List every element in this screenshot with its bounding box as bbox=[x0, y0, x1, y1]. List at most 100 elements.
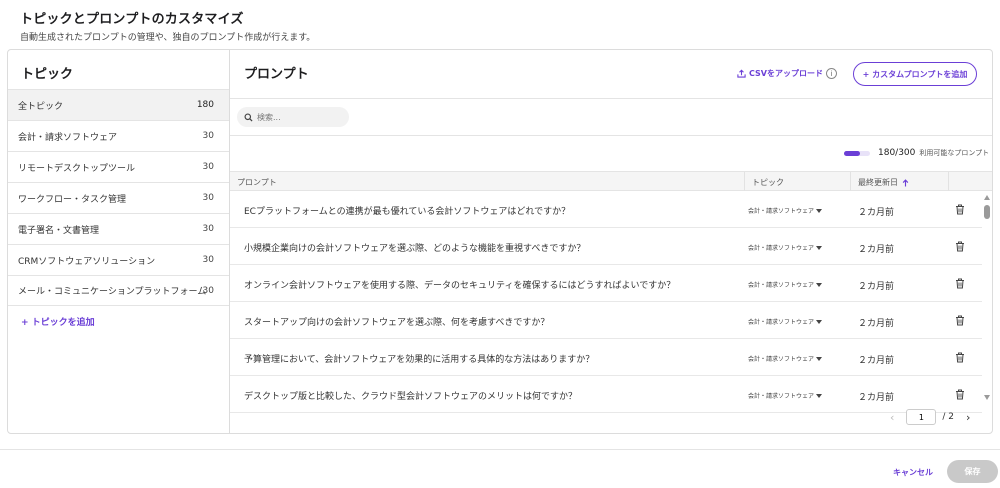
search-input[interactable] bbox=[257, 112, 345, 122]
topic-label: 電子署名・文書管理 bbox=[18, 225, 100, 236]
trash-icon[interactable] bbox=[955, 352, 965, 363]
table-row[interactable]: 小規模企業向けの会計ソフトウェアを選ぶ際、どのような機能を重視すべきですか？ 会計… bbox=[230, 228, 982, 265]
scroll-down-arrow-icon[interactable] bbox=[984, 395, 990, 400]
topic-dropdown-label: 会計・請求ソフトウェア bbox=[748, 393, 815, 400]
column-divider bbox=[744, 172, 745, 191]
pagination: ‹ / 2 › bbox=[890, 409, 970, 425]
trash-icon[interactable] bbox=[955, 204, 965, 215]
column-divider bbox=[948, 172, 949, 191]
prompt-text[interactable]: 予算管理において、会計ソフトウェアを効果的に活用する具体的な方法はありますか？ bbox=[244, 352, 594, 365]
topic-dropdown[interactable]: 会計・請求ソフトウェア bbox=[748, 354, 823, 363]
page-header: トピックとプロンプトのカスタマイズ 自動生成されたプロンプトの管理や、独自のプロ… bbox=[20, 8, 315, 43]
column-header-prompt[interactable]: プロンプト bbox=[237, 177, 277, 188]
caret-down-icon bbox=[816, 356, 823, 361]
usage-progress-bar bbox=[844, 150, 870, 156]
prompt-text[interactable]: スタートアップ向けの会計ソフトウェアを選ぶ際、何を考慮すべきですか？ bbox=[244, 315, 549, 328]
topic-dropdown-label: 会計・請求ソフトウェア bbox=[748, 245, 815, 252]
column-header-updated[interactable]: 最終更新日 bbox=[858, 177, 909, 188]
topic-dropdown[interactable]: 会計・請求ソフトウェア bbox=[748, 391, 823, 400]
sidebar-item-topic[interactable]: ワークフロー・タスク管理 30 bbox=[8, 182, 229, 213]
last-updated: ２カ月前 bbox=[858, 319, 895, 329]
topics-panel: トピック 全トピック 180 会計・請求ソフトウェア 30 リモートデスクトップツール 3… bbox=[8, 50, 230, 433]
caret-down-icon bbox=[816, 208, 823, 213]
last-updated: ２カ月前 bbox=[858, 393, 895, 403]
topic-count: 30 bbox=[202, 193, 214, 203]
trash-icon[interactable] bbox=[955, 315, 965, 326]
search-box bbox=[237, 107, 349, 127]
prompt-text[interactable]: 小規模企業向けの会計ソフトウェアを選ぶ際、どのような機能を重視すべきですか？ bbox=[244, 241, 585, 254]
topic-dropdown[interactable]: 会計・請求ソフトウェア bbox=[748, 280, 823, 289]
page-total: / 2 bbox=[942, 412, 955, 422]
scrollbar[interactable] bbox=[982, 191, 992, 406]
last-updated: ２カ月前 bbox=[858, 282, 895, 292]
customization-card: トピック 全トピック 180 会計・請求ソフトウェア 30 リモートデスクトップツール 3… bbox=[7, 49, 993, 434]
topic-dropdown[interactable]: 会計・請求ソフトウェア bbox=[748, 317, 823, 326]
topic-dropdown-label: 会計・請求ソフトウェア bbox=[748, 282, 815, 289]
prompt-text[interactable]: デスクトップ版と比較した、クラウド型会計ソフトウェアのメリットは何ですか？ bbox=[244, 389, 577, 402]
topics-title: トピック bbox=[21, 67, 74, 82]
prompt-rows: ECプラットフォームとの連携が最も優れている会計ソフトウェアはどれですか？ 会計・… bbox=[230, 191, 982, 413]
table-row[interactable]: 予算管理において、会計ソフトウェアを効果的に活用する具体的な方法はありますか？ 会… bbox=[230, 339, 982, 376]
chevron-left-icon[interactable]: ‹ bbox=[890, 411, 894, 424]
csv-upload-button[interactable]: CSVをアップロード i bbox=[737, 68, 837, 79]
column-header-updated-label: 最終更新日 bbox=[858, 178, 898, 187]
topic-dropdown[interactable]: 会計・請求ソフトウェア bbox=[748, 206, 823, 215]
page-number-input[interactable] bbox=[906, 409, 937, 425]
table-row[interactable]: ECプラットフォームとの連携が最も優れている会計ソフトウェアはどれですか？ 会計・… bbox=[230, 191, 982, 228]
info-icon[interactable]: i bbox=[825, 68, 837, 79]
scroll-thumb[interactable] bbox=[984, 205, 990, 219]
trash-icon[interactable] bbox=[955, 278, 965, 289]
caret-down-icon bbox=[816, 245, 823, 250]
search-icon bbox=[244, 112, 253, 122]
prompt-text[interactable]: オンライン会計ソフトウェアを使用する際、データのセキュリティを確保するにはどうす… bbox=[244, 278, 675, 291]
topic-label: リモートデスクトップツール bbox=[18, 163, 136, 174]
topic-dropdown-label: 会計・請求ソフトウェア bbox=[748, 319, 815, 326]
last-updated: ２カ月前 bbox=[858, 208, 895, 218]
prompts-title: プロンプト bbox=[244, 67, 309, 82]
topic-label: メール・コミュニケーションプラットフォーム bbox=[18, 287, 207, 297]
sidebar-item-topic[interactable]: メール・コミュニケーションプラットフォーム 30 bbox=[8, 275, 229, 306]
cancel-button[interactable]: キャンセル bbox=[893, 467, 933, 478]
last-updated: ２カ月前 bbox=[858, 356, 895, 366]
page-subtitle: 自動生成されたプロンプトの管理や、独自のプロンプト作成が行えます。 bbox=[20, 33, 316, 43]
topic-dropdown-label: 会計・請求ソフトウェア bbox=[748, 208, 815, 215]
table-row[interactable]: スタートアップ向けの会計ソフトウェアを選ぶ際、何を考慮すべきですか？ 会計・請求ソ… bbox=[230, 302, 982, 339]
upload-icon bbox=[737, 69, 746, 78]
sidebar-item-topic[interactable]: CRMソフトウェアソリューション 30 bbox=[8, 244, 229, 275]
topic-count: 180 bbox=[196, 100, 214, 110]
csv-upload-label: CSVをアップロード bbox=[749, 69, 823, 78]
prompt-text[interactable]: ECプラットフォームとの連携が最も優れている会計ソフトウェアはどれですか？ bbox=[244, 204, 570, 217]
topic-count: 30 bbox=[202, 286, 214, 296]
last-updated: ２カ月前 bbox=[858, 245, 895, 255]
trash-icon[interactable] bbox=[955, 389, 965, 400]
topic-count: 30 bbox=[202, 224, 214, 234]
column-divider bbox=[850, 172, 851, 191]
table-row[interactable]: オンライン会計ソフトウェアを使用する際、データのセキュリティを確保するにはどうす… bbox=[230, 265, 982, 302]
sidebar-item-topic[interactable]: 会計・請求ソフトウェア 30 bbox=[8, 120, 229, 151]
topic-label: CRMソフトウェアソリューション bbox=[18, 256, 156, 267]
prompt-usage: 180/300 利用可能なプロンプト bbox=[844, 148, 989, 158]
trash-icon[interactable] bbox=[955, 241, 965, 252]
topic-label: ワークフロー・タスク管理 bbox=[18, 194, 127, 205]
table-row[interactable]: デスクトップ版と比較した、クラウド型会計ソフトウェアのメリットは何ですか？ 会計・… bbox=[230, 376, 982, 413]
topic-count: 30 bbox=[202, 255, 214, 265]
chevron-right-icon[interactable]: › bbox=[966, 411, 970, 424]
usage-count: 180/300 bbox=[878, 148, 916, 158]
topic-dropdown-label: 会計・請求ソフトウェア bbox=[748, 356, 815, 363]
topic-label: 会計・請求ソフトウェア bbox=[18, 132, 118, 143]
save-button[interactable]: 保存 bbox=[947, 460, 998, 483]
table-header: プロンプト トピック 最終更新日 bbox=[230, 171, 992, 191]
add-topic-button[interactable]: + トピックを追加 bbox=[21, 315, 95, 328]
usage-label: 利用可能なプロンプト bbox=[919, 149, 990, 157]
prompts-panel: プロンプト CSVをアップロード i + カスタムプロンプトを追加 180/30… bbox=[230, 50, 992, 433]
add-custom-prompt-button[interactable]: + カスタムプロンプトを追加 bbox=[853, 62, 977, 86]
scroll-up-arrow-icon[interactable] bbox=[984, 195, 990, 200]
sidebar-item-topic[interactable]: 電子署名・文書管理 30 bbox=[8, 213, 229, 244]
column-header-topic[interactable]: トピック bbox=[752, 177, 784, 188]
caret-down-icon bbox=[816, 393, 823, 398]
usage-progress-fill bbox=[844, 150, 860, 156]
sidebar-item-topic[interactable]: 全トピック 180 bbox=[8, 89, 229, 120]
topic-dropdown[interactable]: 会計・請求ソフトウェア bbox=[748, 243, 823, 252]
sidebar-item-topic[interactable]: リモートデスクトップツール 30 bbox=[8, 151, 229, 182]
topic-count: 30 bbox=[202, 131, 214, 141]
